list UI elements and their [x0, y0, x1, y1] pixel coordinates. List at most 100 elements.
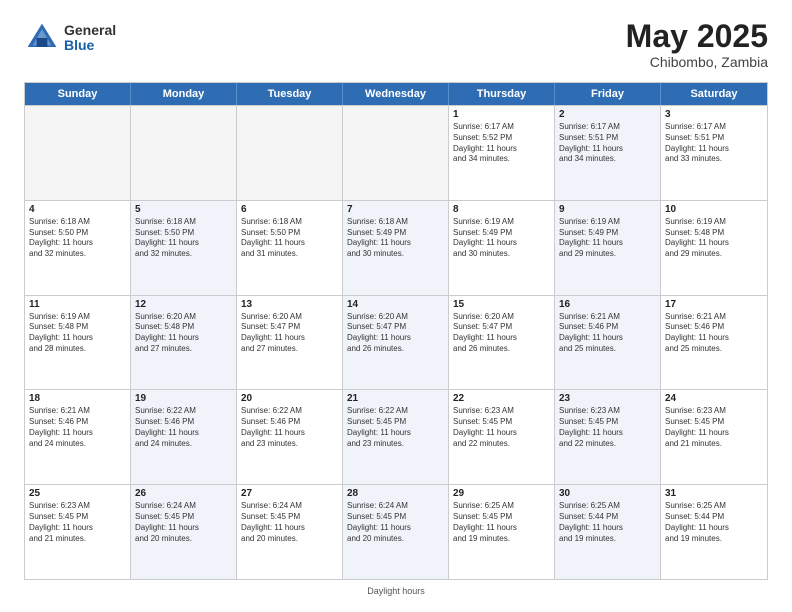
header-day-sunday: Sunday [25, 83, 131, 105]
empty-cell [25, 106, 131, 200]
day-number: 31 [665, 488, 763, 499]
week-row-4: 18 Sunrise: 6:21 AM Sunset: 5:46 PM Dayli… [25, 389, 767, 484]
day-cell-9: 9 Sunrise: 6:19 AM Sunset: 5:49 PM Daylig… [555, 201, 661, 295]
day-number: 4 [29, 204, 126, 215]
day-number: 11 [29, 299, 126, 310]
day-info: Sunrise: 6:19 AM Sunset: 5:48 PM Dayligh… [29, 312, 126, 355]
day-number: 9 [559, 204, 656, 215]
day-info: Sunrise: 6:22 AM Sunset: 5:45 PM Dayligh… [347, 406, 444, 449]
day-cell-17: 17Sunrise: 6:21 AM Sunset: 5:46 PM Dayli… [661, 296, 767, 390]
month-year: May 2025 [626, 20, 768, 52]
day-info: Sunrise: 6:25 AM Sunset: 5:44 PM Dayligh… [665, 501, 763, 544]
day-number: 25 [29, 488, 126, 499]
day-number: 29 [453, 488, 550, 499]
calendar: SundayMondayTuesdayWednesdayThursdayFrid… [24, 82, 768, 580]
day-cell-31: 31 Sunrise: 6:25 AM Sunset: 5:44 PM Dayli… [661, 485, 767, 579]
day-number: 8 [453, 204, 550, 215]
logo: General Blue [24, 20, 116, 56]
footer-note: Daylight hours [24, 586, 768, 596]
day-cell-26: 26 Sunrise: 6:24 AM Sunset: 5:45 PM Dayli… [131, 485, 237, 579]
day-info: Sunrise: 6:23 AM Sunset: 5:45 PM Dayligh… [665, 406, 763, 449]
day-number: 13 [241, 299, 338, 310]
day-number: 12 [135, 299, 232, 310]
day-info: Sunrise: 6:19 AM Sunset: 5:49 PM Dayligh… [453, 217, 550, 260]
header-day-saturday: Saturday [661, 83, 767, 105]
logo-blue: Blue [64, 38, 116, 53]
day-info: Sunrise: 6:22 AM Sunset: 5:46 PM Dayligh… [241, 406, 338, 449]
week-row-2: 4 Sunrise: 6:18 AM Sunset: 5:50 PM Daylig… [25, 200, 767, 295]
day-number: 1 [453, 109, 550, 120]
header-day-thursday: Thursday [449, 83, 555, 105]
header: General Blue May 2025 Chibombo, Zambia [24, 20, 768, 70]
day-number: 5 [135, 204, 232, 215]
day-info: Sunrise: 6:17 AM Sunset: 5:51 PM Dayligh… [665, 122, 763, 165]
day-number: 28 [347, 488, 444, 499]
day-cell-8: 8 Sunrise: 6:19 AM Sunset: 5:49 PM Daylig… [449, 201, 555, 295]
day-number: 3 [665, 109, 763, 120]
day-number: 20 [241, 393, 338, 404]
day-info: Sunrise: 6:20 AM Sunset: 5:47 PM Dayligh… [453, 312, 550, 355]
day-number: 30 [559, 488, 656, 499]
calendar-header: SundayMondayTuesdayWednesdayThursdayFrid… [25, 83, 767, 105]
day-cell-6: 6Sunrise: 6:18 AM Sunset: 5:50 PM Daylig… [237, 201, 343, 295]
day-cell-30: 30 Sunrise: 6:25 AM Sunset: 5:44 PM Dayli… [555, 485, 661, 579]
day-number: 2 [559, 109, 656, 120]
day-info: Sunrise: 6:23 AM Sunset: 5:45 PM Dayligh… [453, 406, 550, 449]
day-cell-19: 19 Sunrise: 6:22 AM Sunset: 5:46 PM Dayli… [131, 390, 237, 484]
day-info: Sunrise: 6:18 AM Sunset: 5:49 PM Dayligh… [347, 217, 444, 260]
day-cell-27: 27 Sunrise: 6:24 AM Sunset: 5:45 PM Dayli… [237, 485, 343, 579]
logo-text: General Blue [64, 23, 116, 54]
day-number: 15 [453, 299, 550, 310]
day-cell-18: 18 Sunrise: 6:21 AM Sunset: 5:46 PM Dayli… [25, 390, 131, 484]
day-number: 18 [29, 393, 126, 404]
header-day-wednesday: Wednesday [343, 83, 449, 105]
day-info: Sunrise: 6:22 AM Sunset: 5:46 PM Dayligh… [135, 406, 232, 449]
day-cell-22: 22 Sunrise: 6:23 AM Sunset: 5:45 PM Dayli… [449, 390, 555, 484]
day-info: Sunrise: 6:21 AM Sunset: 5:46 PM Dayligh… [665, 312, 763, 355]
week-row-3: 11 Sunrise: 6:19 AM Sunset: 5:48 PM Dayli… [25, 295, 767, 390]
day-cell-23: 23Sunrise: 6:23 AM Sunset: 5:45 PM Dayli… [555, 390, 661, 484]
empty-cell [131, 106, 237, 200]
day-info: Sunrise: 6:18 AM Sunset: 5:50 PM Dayligh… [241, 217, 338, 260]
empty-cell [237, 106, 343, 200]
day-info: Sunrise: 6:21 AM Sunset: 5:46 PM Dayligh… [559, 312, 656, 355]
day-cell-16: 16 Sunrise: 6:21 AM Sunset: 5:46 PM Dayli… [555, 296, 661, 390]
day-number: 16 [559, 299, 656, 310]
day-cell-1: 1Sunrise: 6:17 AM Sunset: 5:52 PM Daylig… [449, 106, 555, 200]
day-info: Sunrise: 6:24 AM Sunset: 5:45 PM Dayligh… [135, 501, 232, 544]
page: General Blue May 2025 Chibombo, Zambia S… [0, 0, 792, 612]
header-day-friday: Friday [555, 83, 661, 105]
header-day-tuesday: Tuesday [237, 83, 343, 105]
day-cell-13: 13 Sunrise: 6:20 AM Sunset: 5:47 PM Dayli… [237, 296, 343, 390]
day-number: 22 [453, 393, 550, 404]
logo-icon [24, 20, 60, 56]
day-number: 21 [347, 393, 444, 404]
day-cell-14: 14 Sunrise: 6:20 AM Sunset: 5:47 PM Dayli… [343, 296, 449, 390]
day-info: Sunrise: 6:18 AM Sunset: 5:50 PM Dayligh… [29, 217, 126, 260]
day-cell-4: 4 Sunrise: 6:18 AM Sunset: 5:50 PM Daylig… [25, 201, 131, 295]
day-info: Sunrise: 6:20 AM Sunset: 5:48 PM Dayligh… [135, 312, 232, 355]
calendar-body: 1Sunrise: 6:17 AM Sunset: 5:52 PM Daylig… [25, 105, 767, 579]
day-cell-12: 12 Sunrise: 6:20 AM Sunset: 5:48 PM Dayli… [131, 296, 237, 390]
day-number: 26 [135, 488, 232, 499]
day-info: Sunrise: 6:21 AM Sunset: 5:46 PM Dayligh… [29, 406, 126, 449]
day-cell-11: 11 Sunrise: 6:19 AM Sunset: 5:48 PM Dayli… [25, 296, 131, 390]
location: Chibombo, Zambia [626, 54, 768, 70]
day-info: Sunrise: 6:24 AM Sunset: 5:45 PM Dayligh… [241, 501, 338, 544]
day-cell-7: 7Sunrise: 6:18 AM Sunset: 5:49 PM Daylig… [343, 201, 449, 295]
day-cell-29: 29 Sunrise: 6:25 AM Sunset: 5:45 PM Dayli… [449, 485, 555, 579]
day-number: 27 [241, 488, 338, 499]
day-info: Sunrise: 6:17 AM Sunset: 5:51 PM Dayligh… [559, 122, 656, 165]
day-cell-20: 20 Sunrise: 6:22 AM Sunset: 5:46 PM Dayli… [237, 390, 343, 484]
day-number: 14 [347, 299, 444, 310]
day-number: 19 [135, 393, 232, 404]
day-cell-2: 2 Sunrise: 6:17 AM Sunset: 5:51 PM Daylig… [555, 106, 661, 200]
day-cell-10: 10Sunrise: 6:19 AM Sunset: 5:48 PM Dayli… [661, 201, 767, 295]
day-info: Sunrise: 6:19 AM Sunset: 5:49 PM Dayligh… [559, 217, 656, 260]
day-info: Sunrise: 6:25 AM Sunset: 5:45 PM Dayligh… [453, 501, 550, 544]
header-day-monday: Monday [131, 83, 237, 105]
day-cell-5: 5Sunrise: 6:18 AM Sunset: 5:50 PM Daylig… [131, 201, 237, 295]
day-info: Sunrise: 6:20 AM Sunset: 5:47 PM Dayligh… [347, 312, 444, 355]
day-info: Sunrise: 6:20 AM Sunset: 5:47 PM Dayligh… [241, 312, 338, 355]
day-info: Sunrise: 6:25 AM Sunset: 5:44 PM Dayligh… [559, 501, 656, 544]
